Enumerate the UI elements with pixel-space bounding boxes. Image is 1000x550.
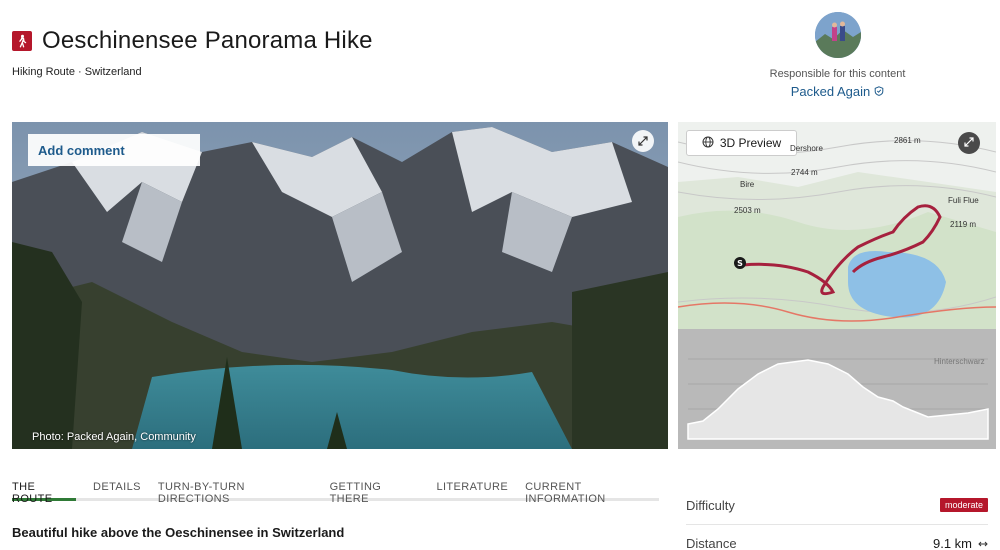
globe-icon — [702, 136, 714, 151]
map-label-peak: 2861 m — [894, 136, 921, 145]
distance-label: Distance — [686, 536, 737, 550]
map-label-place: Fuli Flue — [948, 196, 979, 205]
page-title: Oeschinensee Panorama Hike — [42, 27, 373, 54]
tab-current-information[interactable]: CURRENT INFORMATION — [525, 475, 659, 505]
verified-icon — [874, 84, 884, 99]
distance-arrow-icon — [978, 536, 988, 550]
author-link[interactable]: Packed Again — [791, 84, 885, 99]
expand-icon — [638, 136, 648, 146]
map-expand-button[interactable] — [958, 132, 980, 154]
elevation-profile[interactable]: Hinterschwarz — [678, 329, 996, 449]
photo-caption: Photo: Packed Again, Community — [32, 431, 196, 443]
route-map[interactable]: S 3D Preview 2861 m Dershore 2744 m Bire… — [678, 122, 996, 329]
author-name[interactable]: Packed Again — [791, 84, 871, 99]
author-block: Responsible for this content Packed Agai… — [760, 12, 915, 101]
3d-preview-label[interactable]: 3D Preview — [720, 136, 781, 150]
map-label-peak: 2119 m — [950, 220, 977, 229]
3d-preview-button[interactable]: 3D Preview — [686, 130, 797, 156]
difficulty-label: Difficulty — [686, 497, 735, 513]
map-label-peak: 2503 m — [734, 206, 761, 215]
svg-text:S: S — [737, 259, 743, 268]
section-heading: Beautiful hike above the Oeschinensee in… — [12, 525, 345, 540]
map-label-place: Dershore — [790, 144, 823, 153]
tab-the-route[interactable]: THE ROUTE — [12, 475, 77, 505]
tab-literature[interactable]: LITERATURE — [436, 475, 508, 501]
distance-row: Distance 9.1 km — [686, 524, 988, 550]
route-stats: Difficulty moderate Distance 9.1 km — [686, 490, 988, 550]
tab-turn-by-turn[interactable]: TURN-BY-TURN DIRECTIONS — [158, 475, 313, 505]
difficulty-badge: moderate — [939, 498, 988, 512]
distance-value: 9.1 km — [932, 536, 972, 550]
avatar[interactable] — [814, 12, 861, 58]
responsible-label: Responsible for this content — [769, 68, 906, 80]
add-comment-button[interactable]: Add comment — [28, 134, 200, 166]
mountain-lake-image — [12, 122, 668, 449]
section-tabs: THE ROUTE DETAILS TURN-BY-TURN DIRECTION… — [12, 475, 659, 505]
expand-icon — [964, 134, 974, 152]
hiking-icon — [12, 31, 32, 51]
difficulty-row: Difficulty moderate — [686, 490, 988, 520]
tab-details[interactable]: DETAILS — [93, 475, 141, 501]
distance-value-wrap: 9.1 km — [933, 536, 988, 550]
route-subtitle: Hiking Route · Switzerland — [12, 66, 142, 78]
title-row: Oeschinensee Panorama Hike — [12, 27, 373, 55]
map-label-place: Bire — [740, 180, 755, 189]
profile-place-label: Hinterschwarz — [934, 357, 985, 366]
tab-getting-there[interactable]: GETTING THERE — [330, 475, 420, 505]
map-label-peak: 2744 m — [791, 168, 818, 177]
elevation-chart — [687, 358, 989, 440]
photo-expand-button[interactable] — [632, 130, 654, 152]
route-photo[interactable]: Add comment Photo: Packed Again, Communi… — [12, 122, 668, 449]
